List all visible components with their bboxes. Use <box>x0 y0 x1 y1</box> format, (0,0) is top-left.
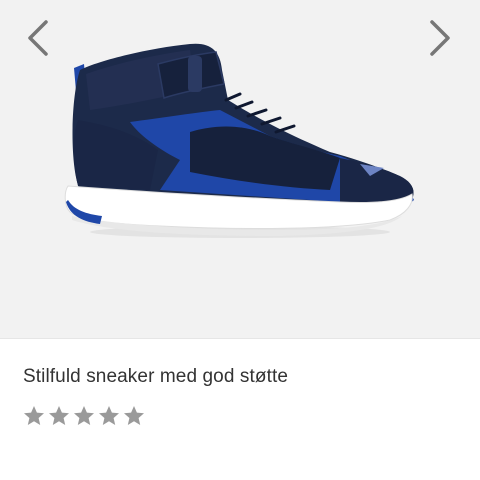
star-icon[interactable] <box>47 404 71 428</box>
image-gallery <box>0 0 480 338</box>
divider <box>0 338 480 339</box>
star-icon[interactable] <box>22 404 46 428</box>
star-icon[interactable] <box>72 404 96 428</box>
star-icon[interactable] <box>97 404 121 428</box>
star-icon[interactable] <box>122 404 146 428</box>
product-card: Stilfuld sneaker med god støtte <box>0 0 480 480</box>
product-title: Stilfuld sneaker med god støtte <box>23 366 289 387</box>
sneaker-image[interactable] <box>40 40 440 240</box>
star-rating[interactable] <box>22 404 146 428</box>
